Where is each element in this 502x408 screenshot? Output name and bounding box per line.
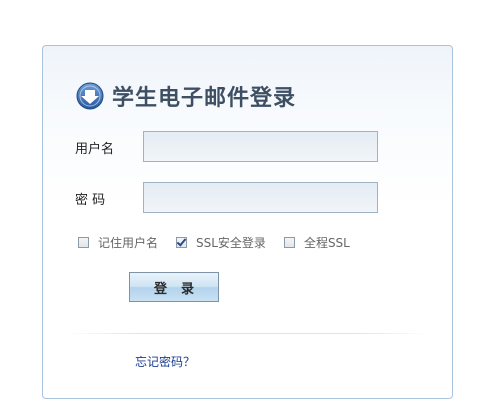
remember-username-label: 记住用户名 <box>98 236 159 250</box>
arrow-down-circle-icon <box>76 82 104 110</box>
password-label: 密 码 <box>75 193 106 208</box>
login-button[interactable]: 登录 <box>129 272 219 302</box>
full-ssl-checkbox[interactable] <box>283 237 295 248</box>
divider <box>67 333 429 334</box>
full-ssl-option[interactable]: 全程SSL <box>283 234 350 251</box>
ssl-login-option[interactable]: SSL安全登录 <box>176 234 266 251</box>
login-options: 记住用户名 SSL安全登录 全程SSL <box>78 234 350 251</box>
remember-username-checkbox[interactable] <box>78 237 89 248</box>
login-panel: 学生电子邮件登录 用户名 密 码 记住用户名 SSL安全登录 全程SSL 登录 … <box>42 45 453 399</box>
full-ssl-label: 全程SSL <box>303 236 350 250</box>
login-title: 学生电子邮件登录 <box>112 86 297 111</box>
ssl-login-checkbox[interactable] <box>176 237 188 248</box>
ssl-login-label: SSL安全登录 <box>196 236 266 250</box>
remember-username-option[interactable]: 记住用户名 <box>78 234 158 251</box>
login-header: 学生电子邮件登录 <box>76 80 296 112</box>
username-label: 用户名 <box>75 142 115 157</box>
username-input[interactable] <box>143 131 378 162</box>
password-input[interactable] <box>143 182 378 213</box>
forgot-password-link[interactable]: 忘记密码？ <box>135 353 195 370</box>
